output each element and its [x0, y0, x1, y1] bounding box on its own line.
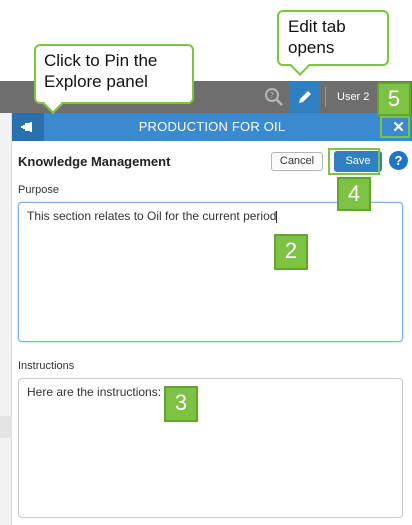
pencil-icon — [299, 91, 311, 103]
background-left-strip — [0, 81, 12, 525]
panel-header: PRODUCTION FOR OIL ✕ — [12, 113, 412, 141]
edit-callout-text: Edit tab opens — [288, 17, 346, 57]
callout-tail — [290, 56, 310, 76]
pin-callout: Click to Pin the Explore panel — [34, 44, 194, 114]
pin-callout-text: Click to Pin the Explore panel — [44, 51, 158, 91]
purpose-label: Purpose — [18, 184, 59, 196]
search-settings-icon[interactable]: ? — [260, 81, 288, 113]
step-badge-3: 3 — [164, 386, 198, 422]
help-icon[interactable]: ? — [389, 151, 408, 170]
instructions-textarea[interactable]: Here are the instructions: — [18, 378, 403, 518]
step-badge-4: 4 — [337, 177, 371, 211]
text-caret — [276, 210, 278, 223]
edit-tab-button[interactable] — [290, 81, 320, 113]
instructions-text: Here are the instructions: — [27, 385, 162, 399]
panel-heading: Knowledge Management — [18, 154, 171, 169]
pin-button[interactable] — [12, 113, 44, 141]
background-row — [0, 416, 12, 438]
panel-title: PRODUCTION FOR OIL — [138, 119, 286, 134]
cancel-button[interactable]: Cancel — [271, 152, 323, 171]
svg-text:?: ? — [270, 91, 274, 100]
pin-icon — [21, 122, 32, 132]
step-badge-5: 5 — [377, 82, 411, 116]
purpose-text: This section relates to Oil for the curr… — [27, 209, 277, 223]
step-badge-2: 2 — [274, 234, 308, 270]
purpose-textarea[interactable]: This section relates to Oil for the curr… — [18, 202, 403, 342]
user-menu[interactable]: User 2 — [337, 81, 369, 113]
toolbar-divider — [325, 87, 326, 107]
save-highlight — [328, 148, 380, 175]
instructions-label: Instructions — [18, 360, 75, 372]
close-highlight — [380, 116, 410, 138]
edit-callout: Edit tab opens — [277, 10, 389, 76]
